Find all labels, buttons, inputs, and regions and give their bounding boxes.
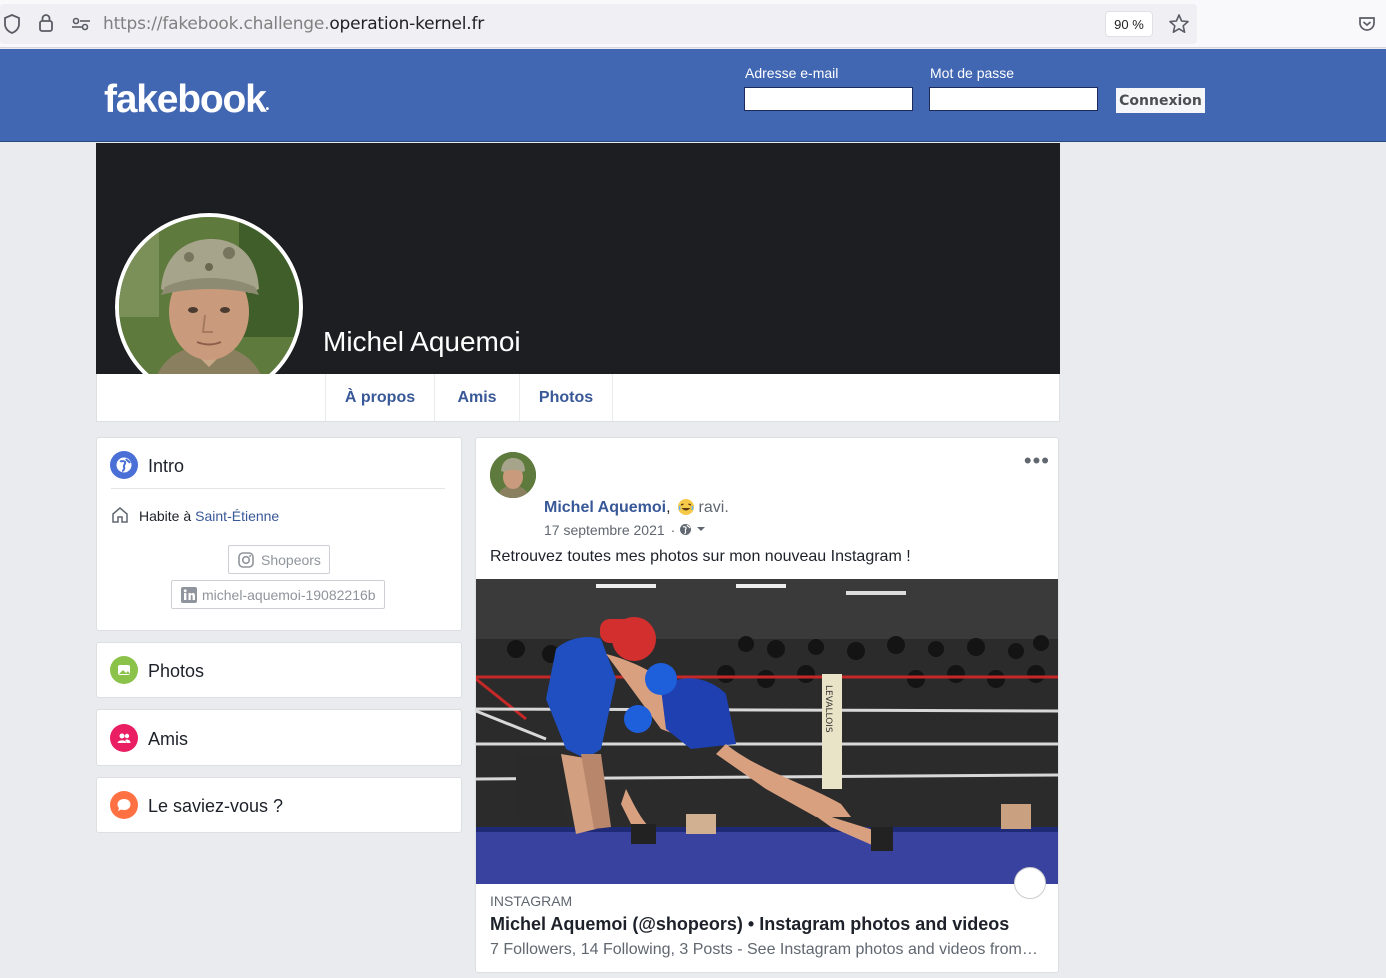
bookmark-star-icon[interactable] xyxy=(1167,12,1191,36)
logo-text: fakebook xyxy=(104,78,267,121)
linkedin-handle: michel-aquemoi-19082216b xyxy=(202,586,376,603)
friends-card-title: Amis xyxy=(148,729,188,749)
profile-picture[interactable] xyxy=(115,213,303,401)
lives-in-prefix: Habite à xyxy=(139,508,192,524)
site-logo[interactable]: fakebook• xyxy=(104,78,270,122)
ring-banner-text: LEVALLOIS xyxy=(823,685,833,733)
linkedin-chip[interactable]: michel-aquemoi-19082216b xyxy=(171,580,385,609)
logo-dot: • xyxy=(265,104,270,115)
instagram-icon xyxy=(237,550,257,570)
did-you-know-title: Le saviez-vous ? xyxy=(148,796,284,816)
friends-icon xyxy=(110,724,138,752)
date-separator: · xyxy=(670,522,676,538)
post-author-avatar[interactable] xyxy=(490,452,536,498)
email-label: Adresse e-mail xyxy=(745,65,839,81)
instagram-chip[interactable]: Shopeors xyxy=(228,545,330,574)
tab-amis[interactable]: Amis xyxy=(434,374,519,421)
post-author-line: Michel Aquemoi, ravi. xyxy=(544,498,729,518)
browser-toolbar: https://fakebook.challenge.operation-ker… xyxy=(0,0,1386,48)
zoom-level[interactable]: 90 % xyxy=(1105,11,1153,37)
url-prefix: https://fakebook.challenge. xyxy=(103,14,330,34)
link-title[interactable]: Michel Aquemoi (@shopeors) • Instagram p… xyxy=(490,914,1009,935)
home-icon xyxy=(111,506,131,526)
url-text[interactable]: https://fakebook.challenge.operation-ker… xyxy=(103,14,484,34)
photos-icon xyxy=(110,656,138,684)
photos-card[interactable]: Photos xyxy=(96,642,462,698)
did-you-know-card[interactable]: Le saviez-vous ? xyxy=(96,777,462,833)
speech-bubble-icon xyxy=(110,791,138,819)
pocket-icon[interactable] xyxy=(1355,12,1379,36)
post-author-name[interactable]: Michel Aquemoi xyxy=(544,499,666,517)
link-description: 7 Followers, 14 Following, 3 Posts - See… xyxy=(490,941,1040,958)
laughing-emoji-icon xyxy=(677,498,697,518)
lives-in-row: Habite à Saint-Étienne xyxy=(111,506,279,526)
instagram-handle: Shopeors xyxy=(261,551,321,568)
post-card: ••• Michel Aquemoi, ravi. 17 septembre 2… xyxy=(475,437,1059,973)
tab-photos[interactable]: Photos xyxy=(519,374,613,421)
shield-icon[interactable] xyxy=(2,13,22,35)
login-button[interactable]: Connexion xyxy=(1115,87,1206,114)
link-source: INSTAGRAM xyxy=(490,893,573,909)
linkedin-icon xyxy=(180,585,200,605)
post-text: Retrouvez toutes mes photos sur mon nouv… xyxy=(490,548,911,565)
boxing-photo: LEVALLOIS xyxy=(476,579,1058,884)
post-date-line: 17 septembre 2021 · xyxy=(544,522,708,538)
avatar-portrait xyxy=(490,452,536,498)
lives-in-city-link[interactable]: Saint-Étienne xyxy=(195,508,279,524)
image-overlay-button[interactable] xyxy=(1014,867,1046,899)
photos-card-title: Photos xyxy=(148,661,205,681)
public-globe-icon xyxy=(679,523,693,537)
post-link-image[interactable]: LEVALLOIS xyxy=(476,579,1058,884)
url-host: operation-kernel.fr xyxy=(329,14,485,34)
intro-divider xyxy=(111,488,445,489)
friends-card[interactable]: Amis xyxy=(96,709,462,766)
profile-portrait xyxy=(119,217,299,397)
permissions-icon[interactable] xyxy=(70,14,92,34)
password-label: Mot de passe xyxy=(930,65,1015,81)
feeling-text: ravi. xyxy=(698,499,729,516)
globe-icon xyxy=(110,451,138,479)
feeling-separator: , xyxy=(666,499,671,516)
privacy-dropdown-icon[interactable] xyxy=(696,524,708,536)
post-options-menu[interactable]: ••• xyxy=(1024,448,1050,474)
email-field[interactable] xyxy=(744,87,913,111)
intro-card: Intro Habite à Saint-Étienne Shopeors mi… xyxy=(96,437,462,631)
profile-name[interactable]: Michel Aquemoi xyxy=(323,326,521,358)
post-date[interactable]: 17 septembre 2021 xyxy=(544,522,665,538)
profile-tabs: À propos Amis Photos xyxy=(96,374,1060,422)
password-field[interactable] xyxy=(929,87,1098,111)
tab-a-propos[interactable]: À propos xyxy=(325,374,434,421)
intro-title: Intro xyxy=(148,456,185,476)
lock-icon[interactable] xyxy=(36,12,56,34)
